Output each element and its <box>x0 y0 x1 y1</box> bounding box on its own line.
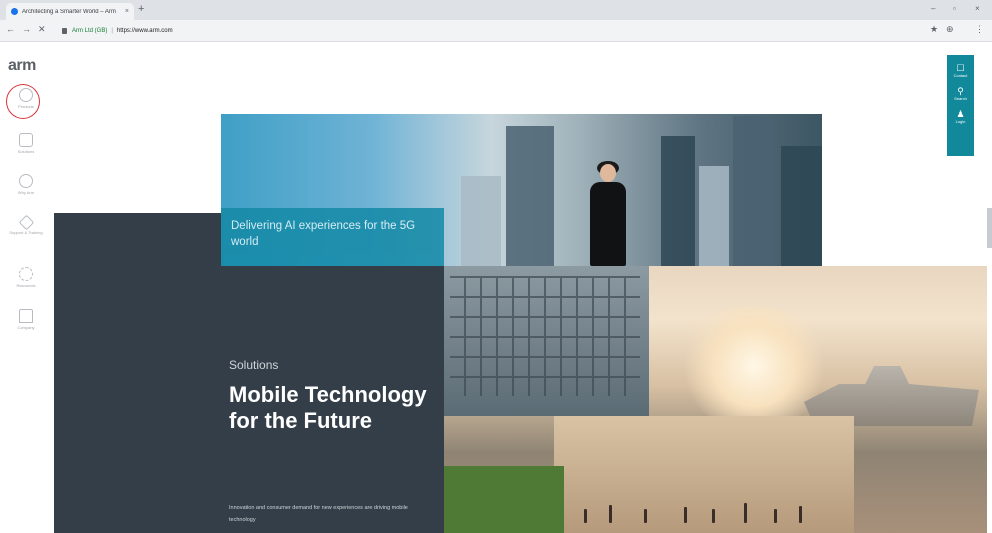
login-button[interactable]: ♟ Login <box>947 109 974 124</box>
login-label: Login <box>955 119 966 124</box>
search-icon: ⚲ <box>957 86 964 96</box>
stop-button[interactable]: ✕ <box>38 24 46 35</box>
building <box>461 176 501 266</box>
menu-icon[interactable]: ⋮ <box>975 24 984 35</box>
search-button[interactable]: ⚲ Search <box>947 86 974 101</box>
building <box>781 146 822 266</box>
sidebar-item-label: Resources <box>16 283 36 288</box>
secure-label: Arm Ltd (GB) <box>72 27 108 34</box>
monitor-icon: ☐ <box>956 63 965 73</box>
tab-title: Architecting a Smarter World – Arm <box>22 8 116 15</box>
building <box>699 166 729 266</box>
sidebar-item-support-training[interactable]: Support & Training <box>0 214 52 235</box>
address-separator: | <box>111 27 113 34</box>
hero-caption-box[interactable]: Delivering AI experiences for the 5G wor… <box>221 208 444 266</box>
browser-tab[interactable]: Architecting a Smarter World – Arm × <box>6 3 134 20</box>
sidebar-item-label: Why Arm <box>17 190 35 195</box>
resources-icon <box>19 267 33 281</box>
building <box>661 136 695 266</box>
sidebar-item-company[interactable]: Company <box>0 309 52 330</box>
sidebar-item-label: Products <box>18 104 34 109</box>
extension-icon[interactable]: ⊕ <box>946 24 954 35</box>
company-icon <box>19 309 33 323</box>
solutions-icon <box>19 133 33 147</box>
contact-label: Contact <box>953 73 968 78</box>
lock-icon <box>62 27 67 34</box>
back-button[interactable]: ← <box>6 24 15 34</box>
favicon-icon <box>11 8 18 15</box>
building <box>506 126 554 266</box>
hero-image-riverside <box>444 266 987 533</box>
scrollbar-thumb[interactable] <box>987 208 992 248</box>
info-icon <box>19 174 33 188</box>
sidebar-item-products[interactable]: Products <box>0 88 52 109</box>
solutions-label: Solutions <box>229 358 279 372</box>
forward-button[interactable]: → <box>22 24 31 34</box>
hero-title: Mobile Technology for the Future <box>229 382 427 433</box>
right-action-bar: ☐ Contact ⚲ Search ♟ Login <box>947 55 974 156</box>
support-icon <box>18 214 34 231</box>
tab-close-icon[interactable]: × <box>125 8 129 15</box>
sidebar-item-label: Company <box>17 325 35 330</box>
tab-strip: Architecting a Smarter World – Arm × + –… <box>0 0 992 20</box>
url-text: https://www.arm.com <box>116 27 173 34</box>
address-bar[interactable]: Arm Ltd (GB) | https://www.arm.com <box>58 23 918 38</box>
sidebar-item-label: Solutions <box>17 149 35 154</box>
browser-toolbar: ← → ✕ Arm Ltd (GB) | https://www.arm.com… <box>0 20 992 42</box>
arm-logo[interactable]: arm <box>8 57 36 75</box>
contact-button[interactable]: ☐ Contact <box>947 63 974 78</box>
hero-caption: Delivering AI experiences for the 5G wor… <box>231 220 416 248</box>
sidebar-item-label: Support & Training <box>9 230 43 235</box>
building <box>733 116 777 266</box>
circle-icon <box>19 88 33 102</box>
search-label: Search <box>954 96 967 101</box>
bookmark-star-icon[interactable]: ★ <box>930 24 938 35</box>
web-page: Delivering AI experiences for the 5G wor… <box>0 43 992 533</box>
maximize-button[interactable]: ▫ <box>953 4 956 13</box>
window-close-button[interactable]: × <box>975 4 980 13</box>
woman-with-phone <box>587 161 629 266</box>
minimize-button[interactable]: – <box>931 4 935 13</box>
new-tab-button[interactable]: + <box>138 2 144 16</box>
sidebar-item-resources[interactable]: Resources <box>0 267 52 288</box>
hero-body: Innovation and consumer demand for new e… <box>229 505 408 523</box>
sidebar-item-solutions[interactable]: Solutions <box>0 133 52 154</box>
site-sidebar: arm Products Solutions Why Arm Support &… <box>0 43 52 533</box>
sidebar-item-why-arm[interactable]: Why Arm <box>0 174 52 195</box>
user-icon: ♟ <box>956 109 965 119</box>
browser-window: Architecting a Smarter World – Arm × + –… <box>0 0 992 533</box>
